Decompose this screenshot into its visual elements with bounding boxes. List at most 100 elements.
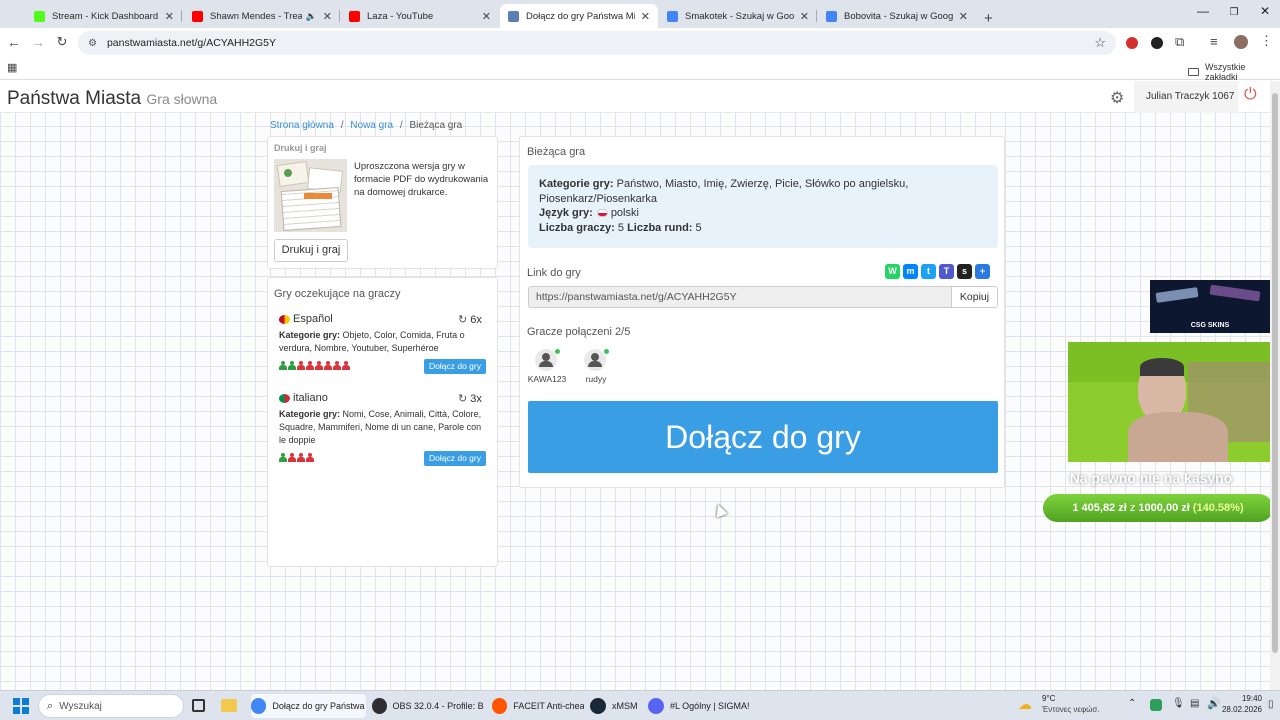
tray-shield-icon[interactable] [1150,699,1162,711]
snapchat-icon[interactable]: s [957,264,972,279]
globe-icon [508,10,519,22]
breadcrumb-new-game[interactable]: Nowa gra [350,120,393,131]
waiting-games-panel: Gry oczekujące na graczy Español ↻ 6x Kateg… [267,277,498,567]
taskbar-app[interactable]: Dołącz do gry Państwa I [251,694,366,718]
player-slot-empty-icon [306,361,314,370]
flag-icon [279,393,290,403]
mouse-cursor [712,502,728,518]
close-tab-icon[interactable]: ✕ [482,10,491,23]
browser-tab[interactable]: Stream - Kick Dashboard ✕ [26,4,182,28]
rounds-cycle-icon: ↻ [458,314,468,326]
windows-start-icon[interactable] [13,698,29,714]
current-game-title: Bieżąca gra [527,146,586,158]
new-tab-button[interactable]: + [976,6,1000,30]
all-bookmarks-button[interactable]: Wszystkie zakładki [1188,62,1280,82]
weather-temp[interactable]: 9°C [1042,694,1055,703]
taskbar-app[interactable]: OBS 32.0.4 - Profile: Bez [372,694,484,718]
connected-player: rudyy [576,349,616,384]
browser-tab[interactable]: Laza - YouTube ✕ [341,4,499,28]
page-scrollbar[interactable] [1270,81,1280,690]
kick-icon [34,10,45,22]
waiting-game-rounds: ↻ 3x [458,392,482,406]
close-tab-icon[interactable]: ✕ [641,10,650,23]
steam-icon [590,698,606,714]
breadcrumb-current: Bieżąca gra [409,120,463,131]
breadcrumb-home[interactable]: Strona główna [270,120,334,131]
media-control-icon[interactable]: ≡ [1210,34,1218,49]
twitter-icon[interactable]: t [921,264,936,279]
profile-avatar[interactable] [1234,35,1248,49]
browser-menu-icon[interactable]: ⋮ [1260,33,1273,49]
weather-icon[interactable]: ☁ [1018,696,1038,716]
teams-icon[interactable]: T [939,264,954,279]
player-avatar [535,349,560,371]
logout-power-icon[interactable]: ⏻ [1244,86,1257,104]
network-icon[interactable]: ▤ [1190,698,1199,709]
share-plus-icon[interactable]: + [975,264,990,279]
join-game-button[interactable]: Dołącz do gry [424,359,486,374]
connected-players-label: Gracze połączeni 2/5 [527,326,631,338]
messenger-icon[interactable]: m [903,264,918,279]
file-explorer-icon[interactable] [221,699,237,712]
browser-tab[interactable]: Shawn Mendes - Treat You🔈✕ [184,4,340,28]
close-tab-icon[interactable]: ✕ [800,10,809,23]
windows-taskbar: ⌕ Wyszukaj Dołącz do gry Państwa I OBS 32… [0,690,1280,720]
site-logo[interactable]: Państwa Miasta Gra słowna [7,88,217,110]
google-icon [826,10,837,22]
close-tab-icon[interactable]: ✕ [165,10,174,23]
print-and-play-button[interactable]: Drukuj i graj [274,239,348,262]
close-window-icon[interactable]: ✕ [1250,4,1280,18]
print-description: Uproszczona wersja gry w formacie PDF do… [354,161,489,198]
taskbar-app[interactable]: #L Ogólny | SIGMA! [648,694,760,718]
taskbar-search[interactable]: ⌕ Wyszukaj [38,694,184,718]
browser-tab[interactable]: Smakotek - Szukaj w Google✕ [659,4,817,28]
url-text[interactable]: panstwamiasta.net/g/ACYAHH2G5Y [107,37,276,49]
microphone-icon[interactable]: 🎙 [1172,698,1185,709]
copy-link-button[interactable]: Kopiuj [951,286,998,308]
scrollbar-thumb[interactable] [1272,93,1278,653]
back-icon[interactable]: ← [4,34,24,50]
rounds-cycle-icon: ↻ [458,393,468,405]
whatsapp-icon[interactable]: W [885,264,900,279]
faceit-icon [492,698,508,714]
speaker-icon[interactable]: 🔈 [306,11,317,22]
minimize-icon[interactable]: — [1188,4,1218,18]
extensions-puzzle-icon[interactable]: ⧉ [1175,34,1184,50]
bookmark-star-icon[interactable]: ☆ [1094,35,1106,51]
user-name[interactable]: Julian Traczyk 1067 [1146,91,1234,102]
tray-chevron-icon[interactable]: ⌃ [1128,698,1136,709]
extension-icon[interactable] [1151,37,1163,49]
player-name: KAWA123 [527,374,567,384]
browser-tab[interactable]: Dołącz do gry Państwa Miasta✕ [500,4,658,28]
waiting-game-categories: Kategorie gry: Nomi, Cose, Animali, Citt… [279,409,482,445]
address-bar[interactable]: ⚙ panstwamiasta.net/g/ACYAHH2G5Y ☆ [78,31,1116,55]
taskbar-app[interactable]: FACEIT Anti-cheat [492,694,584,718]
player-slot-empty-icon [288,453,296,462]
print-thumbnail[interactable] [274,159,347,232]
site-header: Państwa Miasta Gra słowna ⚙ Julian Tracz… [0,81,1270,113]
waiting-game-player-slots [279,453,315,462]
taskbar-app[interactable]: xMSM [590,694,642,718]
settings-gear-icon[interactable]: ⚙ [1110,88,1124,108]
clock-time[interactable]: 19:40 [1226,694,1262,703]
join-game-big-button[interactable]: Dołącz do gry [528,401,998,473]
player-slot-empty-icon [297,361,305,370]
notifications-icon[interactable]: ▯ [1268,699,1274,710]
close-tab-icon[interactable]: ✕ [323,10,332,23]
extension-icon[interactable] [1126,37,1138,49]
join-game-button[interactable]: Dołącz do gry [424,451,486,466]
overlay-caption: Na pewno nie na kasyno [1069,470,1233,486]
apps-grid-icon[interactable]: ▦ [7,61,17,74]
close-tab-icon[interactable]: ✕ [959,10,968,23]
share-buttons: Wm t Ts + [882,264,990,279]
reload-icon[interactable]: ↻ [52,34,72,50]
task-view-icon[interactable] [192,699,205,712]
site-info-icon[interactable]: ⚙ [88,38,97,49]
game-link-input[interactable]: https://panstwamiasta.net/g/ACYAHH2G5Y [528,286,952,308]
game-link-label: Link do gry [527,267,581,279]
restore-icon[interactable]: ❐ [1219,7,1249,18]
browser-tab[interactable]: Bobovita - Szukaj w Google ✕ [818,4,976,28]
clock-date[interactable]: 28.02.2026 [1218,705,1262,714]
forward-icon[interactable]: → [28,34,48,50]
weather-desc[interactable]: Έντονες νεφώσ. [1042,705,1100,714]
